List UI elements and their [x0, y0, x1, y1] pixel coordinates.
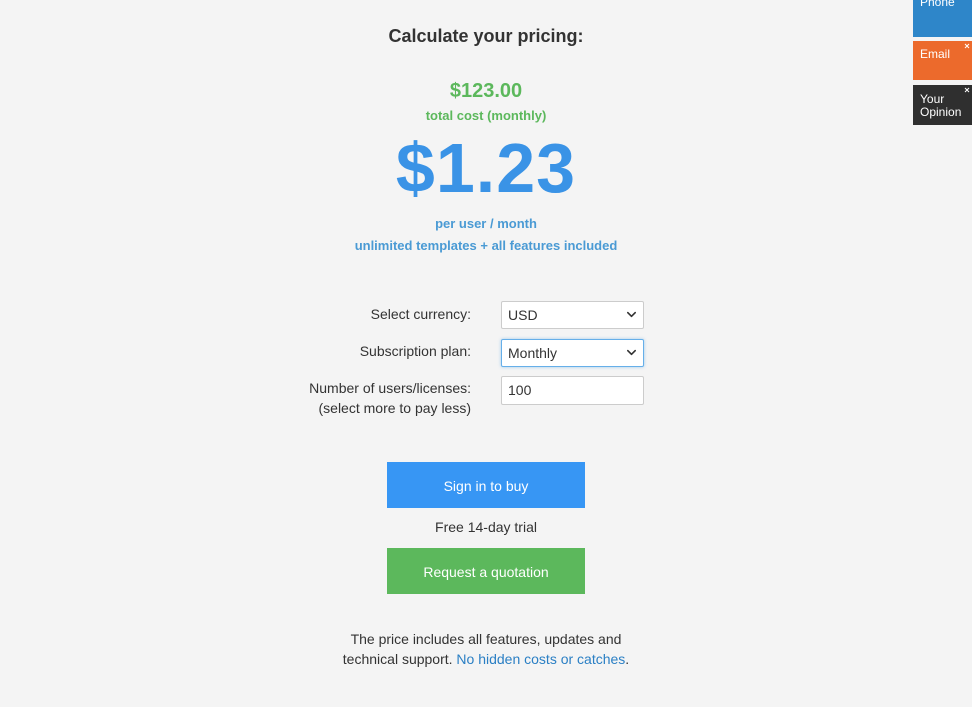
- chevron-down-icon: [627, 311, 636, 318]
- features-note: unlimited templates + all features inclu…: [354, 238, 618, 253]
- no-hidden-costs-link[interactable]: No hidden costs or catches: [456, 651, 625, 667]
- opinion-tab-label-line2: Opinion: [920, 105, 962, 119]
- plan-select[interactable]: Monthly: [501, 339, 644, 367]
- sign-in-to-buy-button[interactable]: Sign in to buy: [387, 462, 585, 508]
- total-cost-label: total cost (monthly): [425, 108, 547, 123]
- pricing-calculator-page: Calculate your pricing: $123.00 total co…: [0, 0, 972, 707]
- footer-line2-suffix: .: [625, 651, 630, 667]
- footer-line2-prefix: technical support.: [342, 651, 453, 667]
- plan-label: Subscription plan:: [359, 343, 471, 359]
- users-label-line2: (select more to pay less): [318, 400, 472, 416]
- email-tab-label: Email: [920, 47, 951, 61]
- close-icon[interactable]: [964, 87, 970, 93]
- request-quotation-button[interactable]: Request a quotation: [387, 548, 585, 594]
- email-tab[interactable]: Email: [913, 41, 972, 80]
- users-label-line1: Number of users/licenses:: [309, 380, 471, 396]
- phone-tab[interactable]: Phone: [913, 0, 972, 37]
- currency-select-value: USD: [508, 307, 538, 323]
- footer-line2: technical support. No hidden costs or ca…: [0, 649, 972, 669]
- footer-line1: The price includes all features, updates…: [350, 631, 622, 647]
- plan-select-value: Monthly: [508, 345, 558, 361]
- currency-select[interactable]: USD: [501, 301, 644, 329]
- users-input[interactable]: 100: [501, 376, 644, 405]
- per-user-label: per user / month: [435, 216, 537, 231]
- page-title: Calculate your pricing:: [388, 26, 584, 46]
- phone-tab-label: Phone: [920, 0, 955, 9]
- total-cost-amount: $123.00: [449, 80, 523, 102]
- users-label: Number of users/licenses: (select more t…: [309, 378, 471, 418]
- free-trial-note: Free 14-day trial: [435, 519, 537, 535]
- users-input-value: 100: [508, 382, 532, 398]
- your-opinion-tab[interactable]: Your Opinion: [913, 85, 972, 125]
- currency-label: Select currency:: [370, 306, 471, 322]
- per-user-price: $1.23: [395, 129, 577, 207]
- close-icon[interactable]: [964, 43, 970, 49]
- pricing-footer-note: The price includes all features, updates…: [0, 629, 972, 669]
- chevron-down-icon: [627, 349, 636, 356]
